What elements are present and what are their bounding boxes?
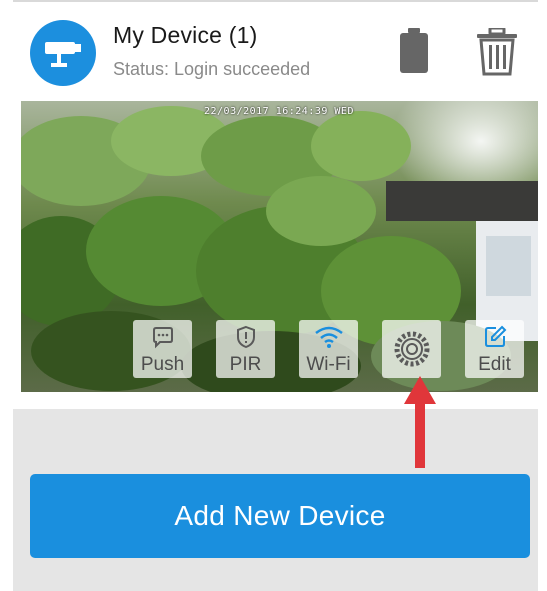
battery-icon	[399, 28, 429, 79]
add-new-device-button[interactable]: Add New Device	[30, 474, 530, 558]
camera-feed[interactable]: 22/03/2017 16:24:39 WED Push PIR Wi-Fi E…	[21, 101, 538, 392]
gear-icon	[382, 320, 441, 367]
push-button[interactable]: Push	[133, 320, 192, 378]
wifi-label: Wi-Fi	[306, 354, 351, 375]
pir-button[interactable]: PIR	[216, 320, 275, 378]
device-status: Status: Login succeeded	[113, 59, 311, 79]
edit-label: Edit	[478, 354, 511, 375]
left-margin	[0, 0, 13, 591]
plant-image	[21, 106, 538, 392]
annotation-arrow	[404, 376, 436, 468]
settings-button[interactable]	[382, 320, 441, 378]
device-name: My Device (1)	[113, 22, 258, 48]
trash-icon[interactable]	[475, 26, 519, 81]
push-label: Push	[140, 354, 185, 375]
edit-button[interactable]: Edit	[465, 320, 524, 378]
right-margin	[538, 0, 547, 591]
wifi-button[interactable]: Wi-Fi	[299, 320, 358, 378]
chat-bubble-icon	[133, 320, 192, 355]
feed-timestamp: 22/03/2017 16:24:39 WED	[204, 106, 354, 117]
pir-label: PIR	[229, 354, 262, 375]
device-avatar	[30, 20, 96, 86]
edit-icon	[465, 320, 524, 355]
shield-alert-icon	[216, 320, 275, 355]
camera-icon	[45, 42, 81, 67]
wifi-icon	[299, 320, 358, 355]
device-card: My Device (1) Status: Login succeeded 22…	[13, 0, 538, 409]
